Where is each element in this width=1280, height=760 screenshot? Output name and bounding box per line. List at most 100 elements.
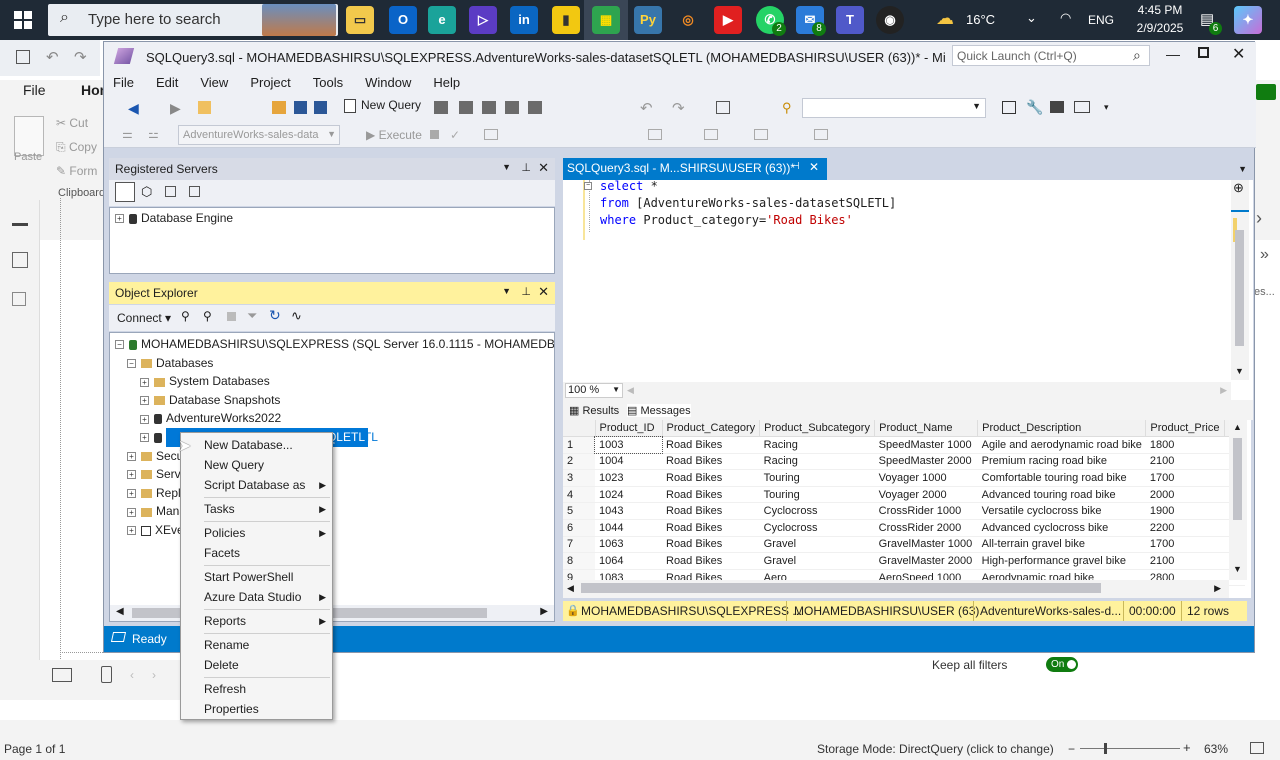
redo-icon[interactable]: ↷ <box>74 48 87 66</box>
table-cell[interactable]: Racing <box>759 453 875 471</box>
pin-icon[interactable]: ⊥ <box>521 161 531 174</box>
system-databases-node[interactable]: + System Databases <box>110 372 554 391</box>
results-tab[interactable]: ▦ Results <box>569 404 619 417</box>
find-icon[interactable]: ⚲ <box>782 100 792 116</box>
save-all-icon[interactable] <box>314 101 327 114</box>
menu-new-query[interactable]: New Query <box>181 455 332 475</box>
menu-rename[interactable]: Rename <box>181 635 332 655</box>
menu-file[interactable]: File <box>113 75 134 90</box>
analysis-services-icon[interactable]: ⬡ <box>141 184 152 200</box>
desktop-layout-icon[interactable] <box>52 668 72 682</box>
clock-time[interactable]: 4:45 PM <box>1130 3 1190 17</box>
find-combo-arrow[interactable]: ▼ <box>972 101 981 111</box>
menu-help[interactable]: Help <box>433 75 460 90</box>
menu-properties[interactable]: Properties <box>181 699 332 719</box>
expand-icon[interactable]: + <box>127 451 136 461</box>
report-view-icon[interactable] <box>12 212 28 226</box>
pin-icon[interactable]: ⊥ <box>521 285 531 298</box>
zoom-out-icon[interactable]: − <box>1068 742 1075 756</box>
database-engine-node[interactable]: + Database Engine <box>110 208 554 227</box>
menu-edit[interactable]: Edit <box>156 75 178 90</box>
file-explorer-icon[interactable]: ▭ <box>346 6 374 34</box>
execute-button[interactable]: ▶ Execute <box>366 128 422 142</box>
new-query-button[interactable]: New Query <box>344 98 421 120</box>
database-engine-type-icon[interactable] <box>115 182 135 202</box>
hscroll-left-arrow[interactable]: ◀ <box>627 385 634 396</box>
refresh-icon[interactable]: ↻ <box>269 307 281 324</box>
hscroll-right-arrow[interactable]: ▶ <box>1220 385 1227 396</box>
copy-button[interactable]: ⎘ Copy <box>56 140 97 155</box>
pbi-file-menu[interactable]: File <box>23 82 46 98</box>
cut-button[interactable]: ✂ Cut <box>56 116 88 130</box>
clock-date[interactable]: 2/9/2025 <box>1125 21 1195 35</box>
open-file-icon[interactable] <box>272 101 286 114</box>
edge-icon[interactable]: e <box>428 6 456 34</box>
table-cell[interactable]: Advanced touring road bike <box>977 486 1146 504</box>
expand-icon[interactable]: + <box>127 470 136 480</box>
snapshots-node[interactable]: + Database Snapshots <box>110 391 554 410</box>
back-icon[interactable]: ◀ <box>128 100 139 117</box>
copilot-tray-icon[interactable]: ✦ <box>1234 6 1262 34</box>
table-cell[interactable]: Touring <box>759 469 875 487</box>
quick-launch-search-icon[interactable]: ⌕ <box>1133 47 1141 64</box>
expand-pane-icon[interactable]: » <box>1260 246 1269 264</box>
menu-project[interactable]: Project <box>250 75 290 90</box>
table-cell[interactable]: Racing <box>759 436 875 454</box>
grid-hscroll-thumb[interactable] <box>581 583 1101 593</box>
query-editor[interactable]: − select * from [AdventureWorks-sales-da… <box>563 179 1253 400</box>
cancel-query-icon[interactable] <box>430 130 439 139</box>
row-number-cell[interactable]: 2 <box>563 453 595 471</box>
table-cell[interactable]: CrossRider 2000 <box>874 519 978 537</box>
table-cell[interactable]: CrossRider 1000 <box>874 502 978 521</box>
table-row[interactable]: 3 1023 Road Bikes Touring Voyager 1000 Comfor… <box>563 469 1245 487</box>
find-combo[interactable]: ▼ <box>802 98 986 118</box>
quick-launch-input[interactable]: Quick Launch (Ctrl+Q) ⌕ <box>952 45 1150 66</box>
zoom-in-icon[interactable]: + <box>1183 740 1191 755</box>
paste-icon[interactable] <box>14 116 44 156</box>
copilot-icon[interactable]: ▷ <box>469 6 497 34</box>
table-row[interactable]: 8 1064 Road Bikes Gravel GravelMaster 2000 Hi… <box>563 552 1245 570</box>
storage-mode[interactable]: Storage Mode: DirectQuery (click to chan… <box>817 742 1054 756</box>
table-row[interactable]: 4 1024 Road Bikes Touring Voyager 2000 Advanc… <box>563 486 1245 504</box>
wrench-icon[interactable]: 🔧 <box>1026 99 1043 116</box>
pane-menu-icon[interactable]: ▼ <box>502 286 511 296</box>
messages-tab[interactable]: ▤ Messages <box>627 404 691 417</box>
filter-icon[interactable]: ⏷ <box>247 308 257 324</box>
minimize-button[interactable]: — <box>1166 46 1180 62</box>
parse-icon[interactable]: ✓ <box>450 128 460 142</box>
table-cell[interactable]: Agile and aerodynamic road bike <box>977 436 1146 454</box>
powerbi-icon[interactable]: ▮ <box>552 6 580 34</box>
linkedin-icon[interactable]: in <box>510 6 538 34</box>
excel-like-icon[interactable]: ▦ <box>592 6 620 34</box>
table-cell[interactable]: High-performance gravel bike <box>977 552 1146 570</box>
disconnect-icon[interactable]: ⚍ <box>148 127 159 141</box>
menu-reports[interactable]: Reports ▶ <box>181 611 332 631</box>
table-cell[interactable]: GravelMaster 1000 <box>874 536 978 554</box>
table-cell[interactable]: 2200 <box>1145 519 1225 537</box>
results-to-grid-icon[interactable] <box>648 129 662 140</box>
expand-icon[interactable]: + <box>140 396 149 406</box>
table-cell[interactable]: Road Bikes <box>662 469 760 487</box>
new-project-icon[interactable] <box>198 101 211 114</box>
table-cell[interactable]: 1023 <box>595 469 662 487</box>
menu-facets[interactable]: Facets <box>181 543 332 563</box>
output-window-icon[interactable] <box>1074 101 1090 113</box>
undo-button[interactable]: ↶ <box>640 99 653 117</box>
table-cell[interactable]: Road Bikes <box>662 436 760 454</box>
keep-filters-toggle[interactable]: On <box>1046 657 1078 672</box>
row-number-cell[interactable]: 3 <box>563 469 595 487</box>
table-row[interactable]: 5 1043 Road Bikes Cyclocross CrossRider 1000… <box>563 502 1245 521</box>
table-cell[interactable]: Road Bikes <box>662 453 760 471</box>
table-cell[interactable]: Road Bikes <box>662 552 760 570</box>
table-cell[interactable]: 2000 <box>1145 486 1225 504</box>
table-cell[interactable]: 2100 <box>1145 552 1225 570</box>
scroll-left-arrow[interactable]: ◀ <box>116 606 124 617</box>
table-cell[interactable]: Versatile cyclocross bike <box>977 502 1146 521</box>
reporting-services-icon[interactable] <box>165 186 176 197</box>
weather-temp[interactable]: 16°C <box>966 12 995 27</box>
expand-icon[interactable]: + <box>127 489 136 499</box>
grid-scroll-down[interactable]: ▼ <box>1233 564 1242 574</box>
table-cell[interactable]: Road Bikes <box>662 536 760 554</box>
collapse-icon[interactable]: − <box>127 358 136 368</box>
table-row[interactable]: 1 1003 Road Bikes Racing SpeedMaster 1000 Agi… <box>563 435 1245 455</box>
